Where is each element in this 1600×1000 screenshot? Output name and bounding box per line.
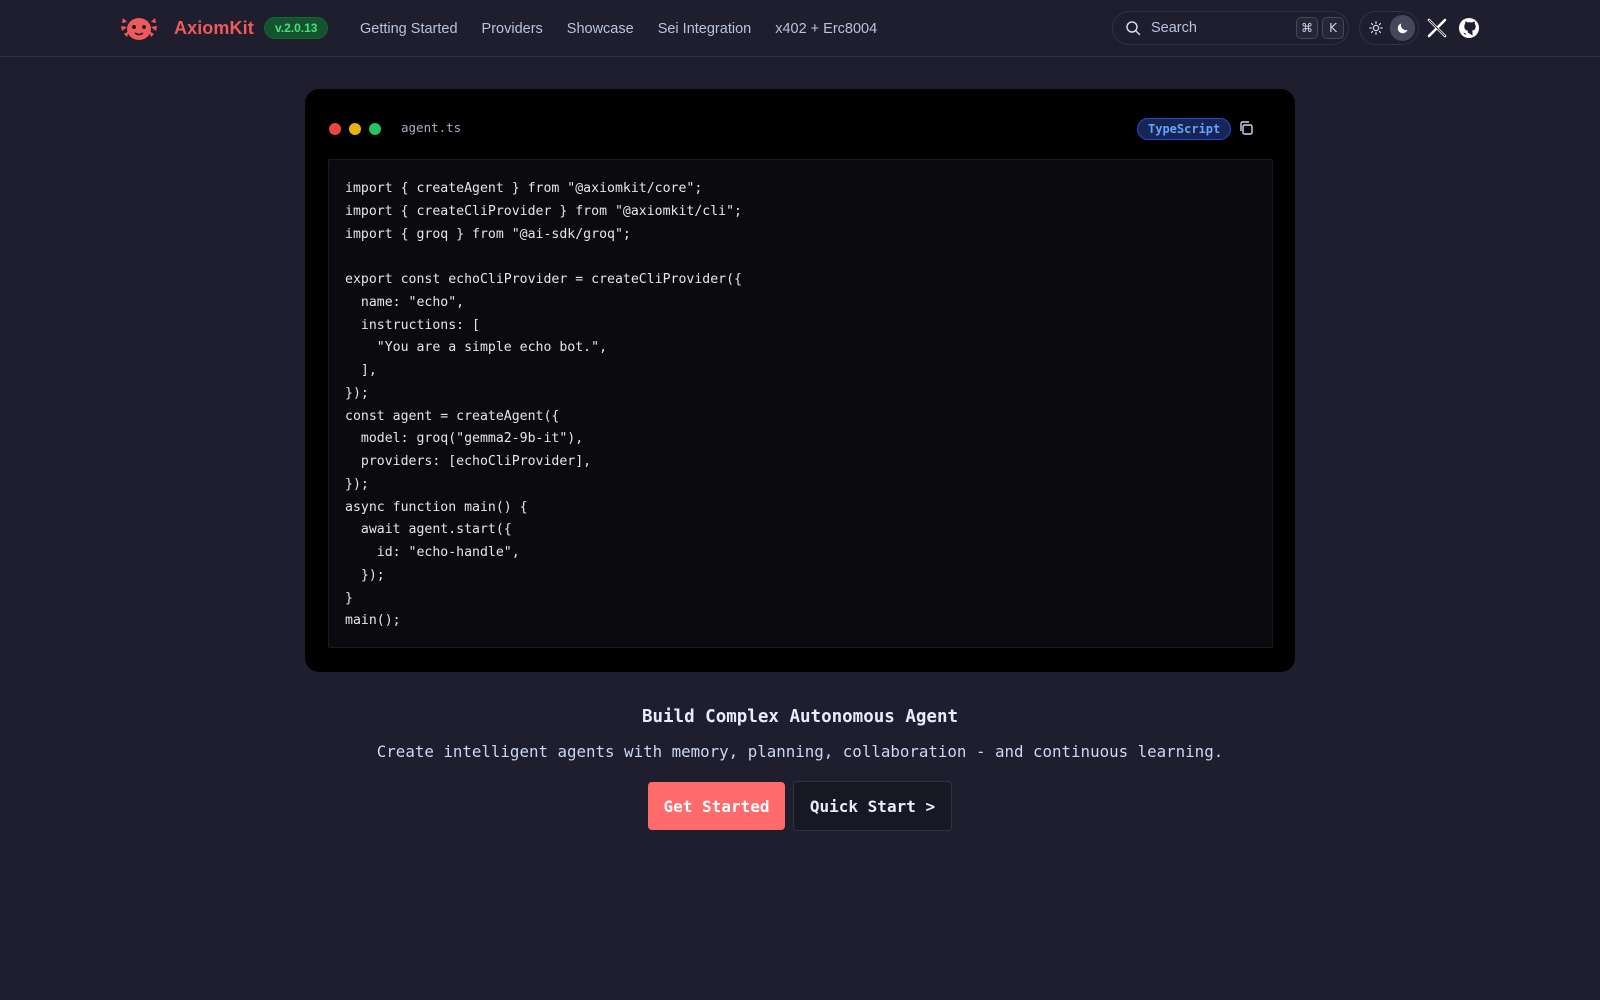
nav-link-sei-integration[interactable]: Sei Integration xyxy=(658,21,752,37)
hero-title: Build Complex Autonomous Agent xyxy=(641,707,959,727)
window-minimize-dot xyxy=(349,123,361,135)
window-close-dot xyxy=(329,123,341,135)
axolotl-logo-icon xyxy=(121,18,157,40)
sun-icon xyxy=(1368,21,1383,35)
window-maximize-dot xyxy=(369,123,381,135)
code-line: }); xyxy=(345,567,385,583)
brand-home-link[interactable]: AxiomKit xyxy=(119,12,254,44)
code-line: providers: [echoCliProvider], xyxy=(345,454,592,469)
hero-subtitle: Create intelligent agents with memory, p… xyxy=(376,742,1224,761)
code-line: export const echoCliProvider = createCli… xyxy=(345,272,742,287)
dark-theme-button[interactable] xyxy=(1390,15,1415,41)
light-theme-button[interactable] xyxy=(1363,15,1388,41)
code-line: instructions: [ xyxy=(345,317,480,333)
nav-link-providers[interactable]: Providers xyxy=(482,21,543,37)
brand-name: AxiomKit xyxy=(174,17,254,38)
code-line: await agent.start({ xyxy=(345,522,512,538)
code-line: ], xyxy=(345,363,377,378)
search-icon xyxy=(1126,21,1141,36)
code-block: import { createAgent } from "@axiomkit/c… xyxy=(328,159,1273,648)
code-line: "You are a simple echo bot.", xyxy=(345,340,608,356)
code-line: model: groq("gemma2-9b-it"), xyxy=(345,431,584,447)
code-line: import { groq } from "@ai-sdk/groq"; xyxy=(345,226,631,242)
top-navbar: AxiomKit v.2.0.13 Getting Started Provid… xyxy=(0,0,1600,57)
code-line: }); xyxy=(345,385,369,401)
code-line: id: "echo-handle", xyxy=(345,545,520,560)
kbd-k-key: K xyxy=(1322,17,1344,39)
code-line: main(); xyxy=(345,613,401,629)
code-line: name: "echo", xyxy=(345,294,465,310)
theme-toggle xyxy=(1359,11,1419,45)
code-line: }); xyxy=(345,476,369,492)
get-started-button[interactable]: Get Started xyxy=(648,782,785,830)
code-line: const agent = createAgent({ xyxy=(345,408,560,424)
kbd-command-key: ⌘ xyxy=(1296,17,1318,39)
language-badge: TypeScript xyxy=(1137,118,1232,140)
code-line: async function main() { xyxy=(345,499,528,515)
moon-icon xyxy=(1397,23,1407,34)
search-button[interactable]: Search ⌘ K xyxy=(1112,11,1349,45)
nav-link-x402-erc8004[interactable]: x402 + Erc8004 xyxy=(775,21,877,37)
nav-link-showcase[interactable]: Showcase xyxy=(567,21,634,37)
nav-link-getting-started[interactable]: Getting Started xyxy=(360,21,458,37)
code-line: } xyxy=(345,590,353,606)
search-placeholder: Search xyxy=(1151,20,1197,36)
x-icon xyxy=(1427,18,1447,38)
github-icon xyxy=(1459,18,1479,38)
code-line: import { createCliProvider } from "@axio… xyxy=(345,203,742,219)
main-nav: Getting Started Providers Showcase Sei I… xyxy=(360,0,901,57)
version-badge: v.2.0.13 xyxy=(264,17,329,39)
copy-icon[interactable] xyxy=(1238,120,1254,136)
code-file-name: agent.ts xyxy=(401,120,462,135)
code-line: import { createAgent } from "@axiomkit/c… xyxy=(345,181,703,196)
quick-start-button[interactable]: Quick Start > xyxy=(793,781,952,831)
code-window: agent.ts TypeScript import { createAgent… xyxy=(305,89,1295,672)
